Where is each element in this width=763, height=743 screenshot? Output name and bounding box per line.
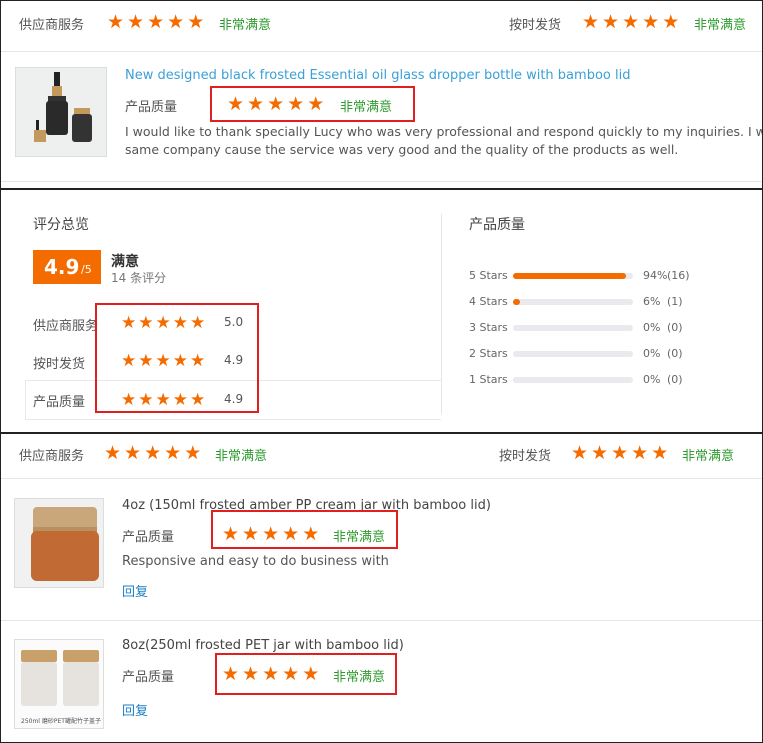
product-image[interactable]: [15, 67, 107, 157]
breakdown-percent: 6%: [643, 295, 661, 308]
breakdown-bar-track: [513, 351, 633, 357]
breakdown-bar-track: [513, 325, 633, 331]
overall-score: 4.9: [44, 255, 80, 279]
highlight-box: [95, 303, 259, 413]
reply-link[interactable]: 回复: [122, 700, 148, 719]
star-icon: ★: [611, 442, 629, 464]
highlight-box: [215, 653, 397, 695]
star-icon: ★: [107, 11, 125, 33]
star-icon: ★: [662, 11, 680, 33]
dimension-label-on-time: 按时发货: [33, 357, 86, 372]
overall-score-max: /5: [81, 263, 92, 276]
on-time-label: 按时发货: [499, 449, 552, 464]
star-icon: ★: [124, 442, 142, 464]
breakdown-bar-fill: [513, 273, 626, 279]
summary-title: 评分总览: [33, 217, 89, 233]
vertical-divider: [441, 214, 442, 414]
product-image[interactable]: [14, 498, 104, 588]
on-time-stars: ★ ★ ★ ★ ★: [571, 444, 668, 463]
on-time-stars: ★ ★ ★ ★ ★: [582, 13, 679, 32]
product-image[interactable]: 250ml 磨砂PET罐配竹子盖子: [14, 639, 104, 729]
breakdown-label: 1 Stars: [469, 373, 508, 386]
breakdown-percent: 0%: [643, 321, 661, 334]
dimension-label-supplier: 供应商服务: [33, 319, 99, 334]
review-comment: Responsive and easy to do business with: [122, 554, 389, 569]
breakdown-count: (0): [667, 373, 683, 386]
quality-breakdown-title: 产品质量: [469, 217, 525, 233]
highlight-box: [211, 510, 398, 549]
star-icon: ★: [147, 11, 165, 33]
satisfaction-text: 满意: [111, 254, 139, 270]
product-title-link[interactable]: New designed black frosted Essential oil…: [125, 68, 630, 83]
star-icon: ★: [591, 442, 609, 464]
on-time-rating-text: 非常满意: [694, 18, 747, 33]
on-time-rating-text: 非常满意: [682, 449, 735, 464]
breakdown-percent: 0%: [643, 347, 661, 360]
star-icon: ★: [651, 442, 669, 464]
quality-label: 产品质量: [125, 100, 178, 115]
star-icon: ★: [164, 442, 182, 464]
breakdown-bar-track: [513, 377, 633, 383]
product-title-link[interactable]: 8oz(250ml frosted PET jar with bamboo li…: [122, 638, 404, 653]
supplier-service-label: 供应商服务: [19, 18, 85, 33]
review-count: 14 条评分: [111, 271, 167, 285]
supplier-service-rating-text: 非常满意: [215, 449, 268, 464]
star-icon: ★: [582, 11, 600, 33]
star-icon: ★: [144, 442, 162, 464]
star-icon: ★: [187, 11, 205, 33]
reply-link[interactable]: 回复: [122, 581, 148, 600]
review-comment-line-2: same company cause the service was very …: [125, 142, 679, 157]
divider: [1, 51, 762, 52]
star-icon: ★: [631, 442, 649, 464]
quality-label: 产品质量: [122, 670, 175, 685]
breakdown-percent: 94%: [643, 269, 668, 282]
supplier-service-stars: ★ ★ ★ ★ ★: [104, 444, 201, 463]
highlight-box: [210, 86, 415, 122]
supplier-service-rating-text: 非常满意: [219, 18, 272, 33]
supplier-service-stars: ★ ★ ★ ★ ★: [107, 13, 204, 32]
quality-label: 产品质量: [122, 530, 175, 545]
breakdown-count: (0): [667, 321, 683, 334]
star-icon: ★: [127, 11, 145, 33]
breakdown-label: 4 Stars: [469, 295, 508, 308]
breakdown-count: (16): [667, 269, 690, 282]
dimension-label-quality: 产品质量: [33, 395, 86, 410]
star-icon: ★: [622, 11, 640, 33]
star-icon: ★: [571, 442, 589, 464]
review-comment-line-1: I would like to thank specially Lucy who…: [125, 124, 763, 139]
top-review-panel: 供应商服务 ★ ★ ★ ★ ★ 非常满意 按时发货 ★ ★ ★ ★ ★ 非常满意 New des…: [0, 0, 763, 189]
breakdown-label: 3 Stars: [469, 321, 508, 334]
supplier-service-label: 供应商服务: [19, 449, 85, 464]
breakdown-bar-fill: [513, 299, 520, 305]
overall-score-badge: 4.9 /5: [33, 250, 101, 284]
on-time-label: 按时发货: [509, 18, 562, 33]
divider: [1, 181, 762, 182]
star-icon: ★: [167, 11, 185, 33]
bottom-review-panel: 供应商服务 ★ ★ ★ ★ ★ 非常满意 按时发货 ★ ★ ★ ★ ★ 非常满意 4oz (15…: [0, 433, 763, 743]
breakdown-count: (1): [667, 295, 683, 308]
divider: [1, 478, 762, 479]
breakdown-label: 5 Stars: [469, 269, 508, 282]
image-caption: 250ml 磨砂PET罐配竹子盖子: [21, 718, 101, 725]
breakdown-bar-track: [513, 273, 633, 279]
breakdown-percent: 0%: [643, 373, 661, 386]
breakdown-count: (0): [667, 347, 683, 360]
star-icon: ★: [184, 442, 202, 464]
rating-summary-panel: 评分总览 4.9 /5 满意 14 条评分 供应商服务 ★ ★ ★ ★ ★ 5.0 按时…: [0, 189, 763, 433]
star-icon: ★: [602, 11, 620, 33]
breakdown-bar-track: [513, 299, 633, 305]
divider: [1, 620, 762, 621]
star-icon: ★: [104, 442, 122, 464]
breakdown-label: 2 Stars: [469, 347, 508, 360]
star-icon: ★: [642, 11, 660, 33]
